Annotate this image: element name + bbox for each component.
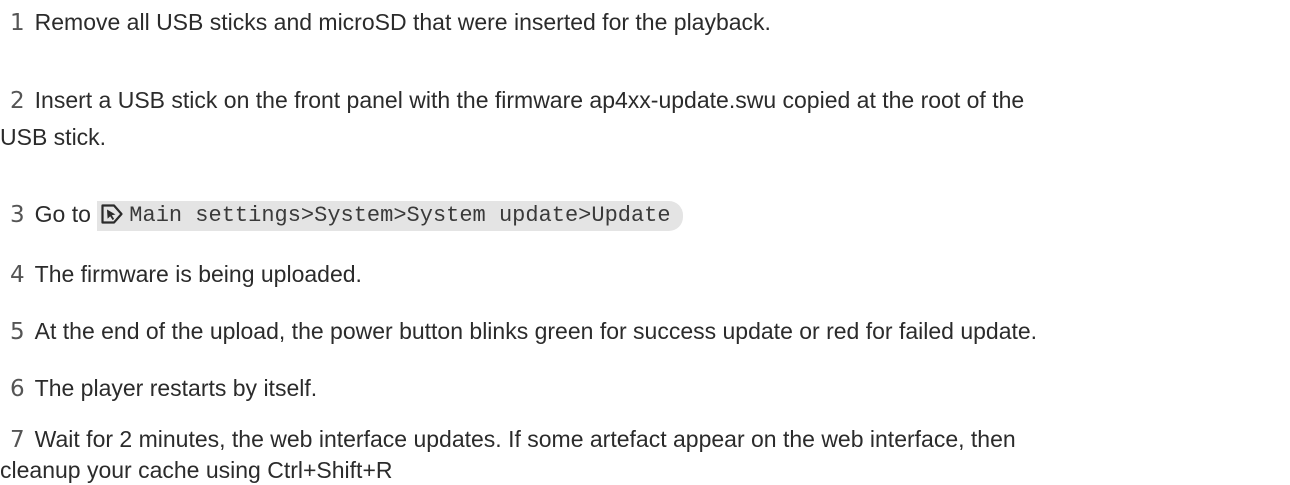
step-number: 3 [10, 202, 25, 228]
step-text-continued: USB stick. [0, 124, 107, 150]
step-text: The firmware is being uploaded. [34, 261, 362, 287]
step-number: 6 [10, 376, 25, 402]
step-text: Go to [34, 201, 91, 227]
step-number: 5 [10, 319, 25, 345]
step-1: 1 Remove all USB sticks and microSD that … [8, 4, 1286, 41]
menu-path-text: Main settings>System>System update>Updat… [129, 203, 671, 228]
step-text: The player restarts by itself. [34, 375, 318, 401]
step-2: 2 Insert a USB stick on the front panel w… [0, 82, 1286, 155]
step-text-continued: cleanup your cache using Ctrl+Shift+R [0, 457, 393, 483]
step-number: 1 [10, 10, 25, 36]
step-4: 4 The firmware is being uploaded. [8, 256, 1286, 293]
step-6: 6 The player restarts by itself. [8, 370, 1286, 407]
remote-pointer-icon [101, 204, 123, 224]
step-3: 3 Go to Main settings>System>System updat… [8, 196, 1286, 233]
menu-path: Main settings>System>System update>Updat… [97, 201, 683, 231]
step-text: Wait for 2 minutes, the web interface up… [34, 426, 1016, 452]
step-number: 4 [10, 262, 25, 288]
step-text: Remove all USB sticks and microSD that w… [34, 9, 771, 35]
step-7: 7 Wait for 2 minutes, the web interface u… [0, 424, 1286, 485]
step-number: 2 [10, 88, 25, 114]
step-text: At the end of the upload, the power butt… [34, 318, 1038, 344]
step-number: 7 [10, 427, 25, 453]
step-5: 5 At the end of the upload, the power but… [8, 313, 1286, 350]
step-text: Insert a USB stick on the front panel wi… [34, 87, 1025, 113]
